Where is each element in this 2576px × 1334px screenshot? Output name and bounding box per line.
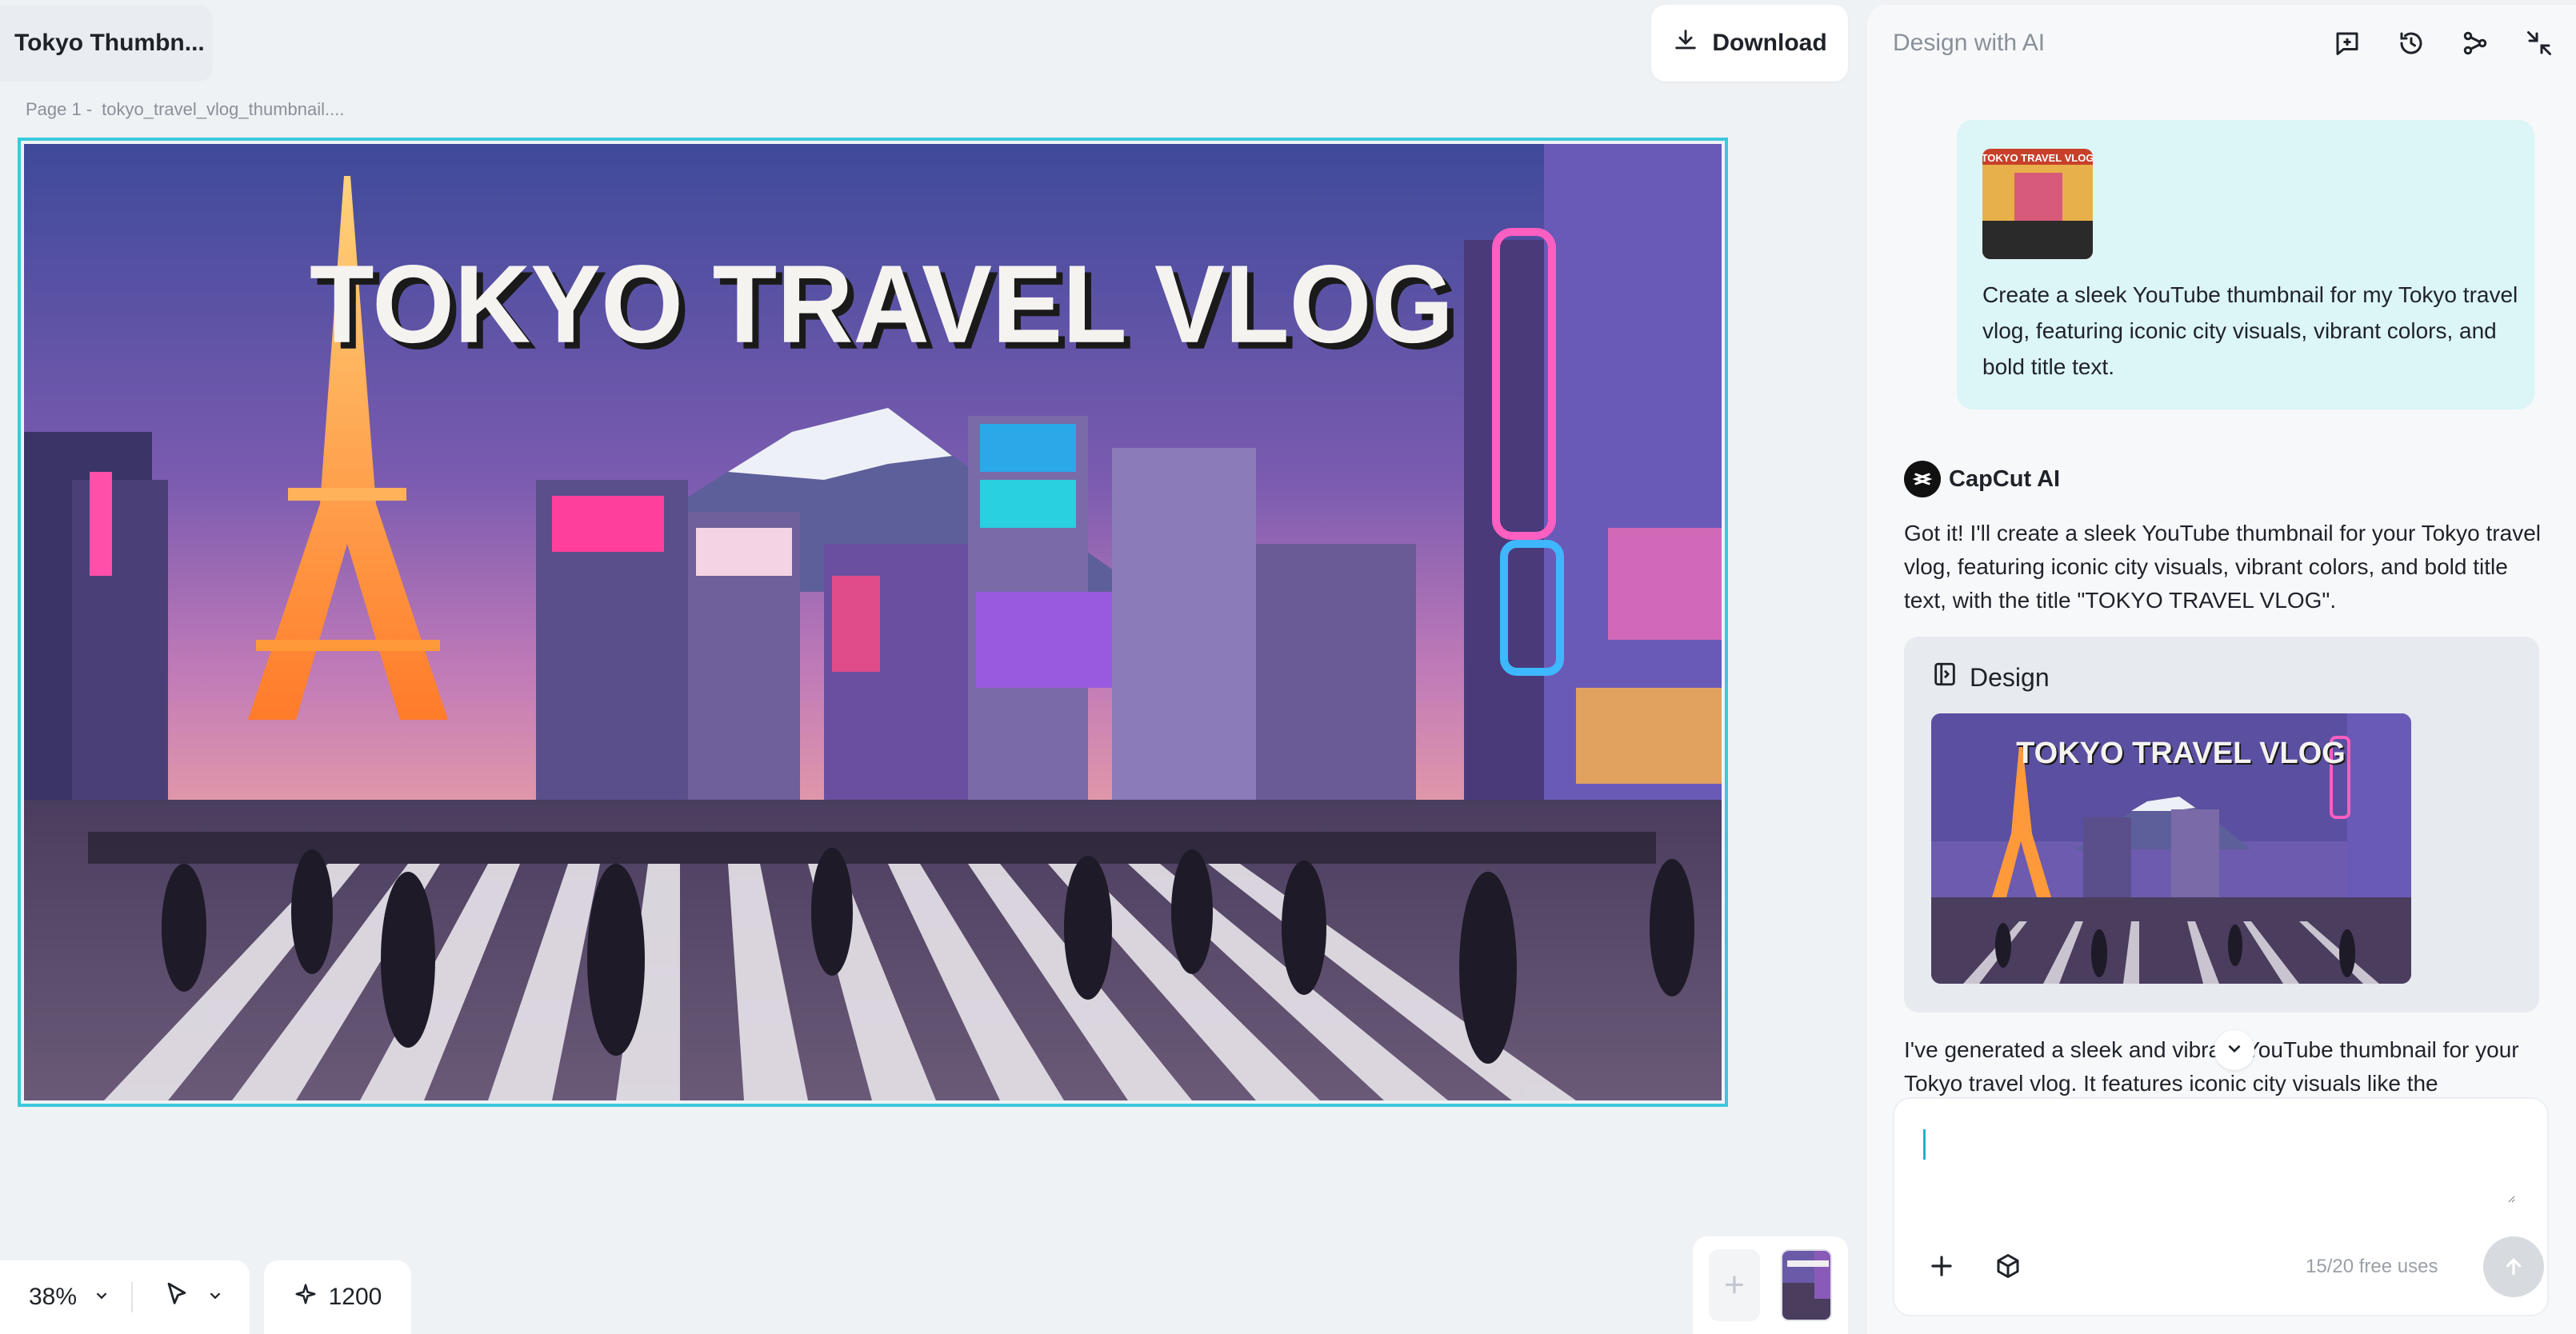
page-filename: tokyo_travel_vlog_thumbnail....	[102, 99, 345, 119]
canvas-headline: TOKYO TRAVEL VLOG	[310, 242, 1454, 366]
design-result-card[interactable]: Design TOKYO TRAVEL VLOG TOKYO TRAVEL VL…	[1904, 637, 2539, 1012]
user-prompt-text: Create a sleek YouTube thumbnail for my …	[1982, 282, 2518, 379]
sparkle-icon	[294, 1282, 318, 1312]
download-icon	[1672, 26, 1699, 60]
capcut-logo-icon	[1904, 461, 1941, 497]
chevron-down-icon[interactable]	[206, 1284, 224, 1311]
share-icon[interactable]	[2458, 26, 2493, 61]
chevron-down-icon	[2224, 1038, 2245, 1063]
page-thumbnail[interactable]	[1781, 1249, 1832, 1321]
document-title[interactable]: Tokyo Thumbn...	[0, 5, 213, 82]
pointer-tool-icon[interactable]	[163, 1280, 190, 1314]
toolbar-divider	[131, 1282, 134, 1312]
download-button[interactable]: Download	[1651, 5, 1848, 82]
tokyo-thumbnail-image: TOKYO TRAVEL VLOG TOKYO TRAVEL VLOG	[24, 144, 1722, 1100]
ai-panel: Design with AI TOKYO TRAVEL VLOG Create …	[1867, 5, 2576, 1334]
design-canvas[interactable]: TOKYO TRAVEL VLOG TOKYO TRAVEL VLOG	[24, 144, 1722, 1100]
ai-panel-title: Design with AI	[1893, 30, 2046, 56]
chat-input[interactable]	[1923, 1123, 2515, 1203]
assistant-name: CapCut AI	[1949, 465, 2061, 492]
user-message: TOKYO TRAVEL VLOG Create a sleek YouTube…	[1957, 120, 2534, 409]
collapse-icon[interactable]	[2522, 26, 2557, 61]
credits-count: 1200	[328, 1284, 382, 1310]
page-label: Page 1 - tokyo_travel_vlog_thumbnail....	[26, 99, 344, 120]
ai-panel-header: Design with AI	[1893, 5, 2557, 82]
assistant-reply: Got it! I'll create a sleek YouTube thum…	[1904, 521, 2541, 613]
chat-composer: 15/20 free uses	[1893, 1097, 2549, 1316]
zoom-level[interactable]: 38%	[29, 1284, 77, 1311]
zoom-toolbar: 38%	[0, 1260, 250, 1334]
design-icon	[1931, 661, 1958, 694]
history-icon[interactable]	[2394, 26, 2429, 61]
cube-icon[interactable]	[1994, 1252, 2022, 1284]
design-card-title: Design	[1970, 662, 2050, 692]
plus-icon: +	[1724, 1265, 1745, 1304]
download-label: Download	[1712, 30, 1827, 56]
document-title-text: Tokyo Thumbn...	[14, 30, 205, 56]
free-uses-counter: 15/20 free uses	[2306, 1256, 2438, 1277]
credits-button[interactable]: 1200	[264, 1260, 411, 1334]
new-chat-icon[interactable]	[2330, 26, 2365, 61]
chevron-down-icon[interactable]	[93, 1284, 110, 1311]
user-attachment-thumbnail[interactable]: TOKYO TRAVEL VLOG	[1982, 149, 2093, 259]
pages-strip: +	[1693, 1236, 1848, 1334]
design-preview-image[interactable]: TOKYO TRAVEL VLOG TOKYO TRAVEL VLOG	[1931, 713, 2411, 984]
send-button[interactable]	[2483, 1236, 2544, 1297]
arrow-up-icon	[2506, 1258, 2522, 1276]
scroll-down-button[interactable]	[2214, 1030, 2254, 1070]
plus-icon[interactable]	[1926, 1251, 1957, 1285]
design-preview-title: TOKYO TRAVEL VLOG	[2016, 737, 2346, 770]
assistant-header: CapCut AI	[1904, 461, 2060, 497]
design-card-header: Design	[1931, 661, 2050, 694]
user-thumb-title: TOKYO TRAVEL VLOG	[1982, 152, 2093, 164]
page-number: Page 1 -	[26, 99, 93, 119]
add-page-button[interactable]: +	[1709, 1249, 1760, 1321]
